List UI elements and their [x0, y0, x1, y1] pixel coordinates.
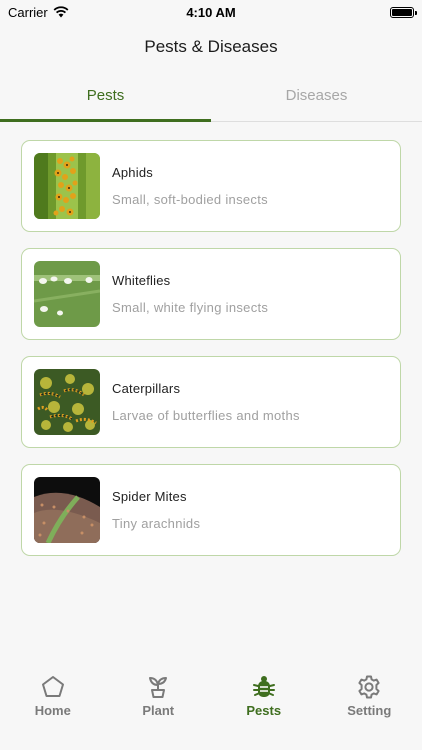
pest-list: Aphids Small, soft-bodied insects Whitef… — [21, 140, 401, 572]
header: Pests & Diseases — [0, 24, 422, 70]
carrier-label: Carrier — [8, 4, 48, 20]
caterpillars-photo — [34, 369, 100, 435]
nav-plant[interactable]: Plant — [106, 670, 212, 750]
whiteflies-photo — [34, 261, 100, 327]
bug-icon — [252, 676, 275, 697]
pest-description: Larvae of butterflies and moths — [112, 408, 300, 423]
aphids-photo — [34, 153, 100, 219]
nav-home-label: Home — [34, 703, 71, 718]
nav-setting[interactable]: Setting — [317, 670, 422, 750]
pest-description: Tiny arachnids — [112, 516, 201, 531]
tab-pests[interactable]: Pests — [0, 70, 211, 122]
nav-home[interactable]: Home — [0, 670, 106, 750]
pest-description: Small, soft-bodied insects — [112, 192, 268, 207]
nav-setting-label: Setting — [347, 703, 392, 718]
spider-mites-photo — [34, 477, 100, 543]
pest-card-caterpillars[interactable]: Caterpillars Larvae of butterflies and m… — [21, 356, 401, 448]
pest-card-aphids[interactable]: Aphids Small, soft-bodied insects — [21, 140, 401, 232]
status-bar: Carrier 4:10 AM — [0, 0, 422, 24]
gear-icon — [358, 675, 380, 699]
battery-icon — [390, 6, 417, 18]
wifi-icon — [53, 6, 69, 18]
sprout-icon — [149, 677, 168, 698]
bottom-tab-bar: Home Plant Pests Setting — [0, 670, 422, 750]
tab-diseases[interactable]: Diseases — [211, 70, 422, 121]
pest-name: Aphids — [112, 165, 153, 180]
pest-card-spider-mites[interactable]: Spider Mites Tiny arachnids — [21, 464, 401, 556]
pest-description: Small, white flying insects — [112, 300, 269, 315]
pest-name: Spider Mites — [112, 489, 187, 504]
pest-card-whiteflies[interactable]: Whiteflies Small, white flying insects — [21, 248, 401, 340]
home-pentagon-icon — [41, 676, 64, 697]
tab-bar: Pests Diseases — [0, 70, 422, 122]
nav-pests[interactable]: Pests — [211, 670, 317, 750]
pest-name: Whiteflies — [112, 273, 171, 288]
page-title: Pests & Diseases — [144, 37, 278, 56]
pest-name: Caterpillars — [112, 381, 181, 396]
nav-plant-label: Plant — [142, 703, 175, 718]
nav-pests-label: Pests — [246, 703, 282, 718]
